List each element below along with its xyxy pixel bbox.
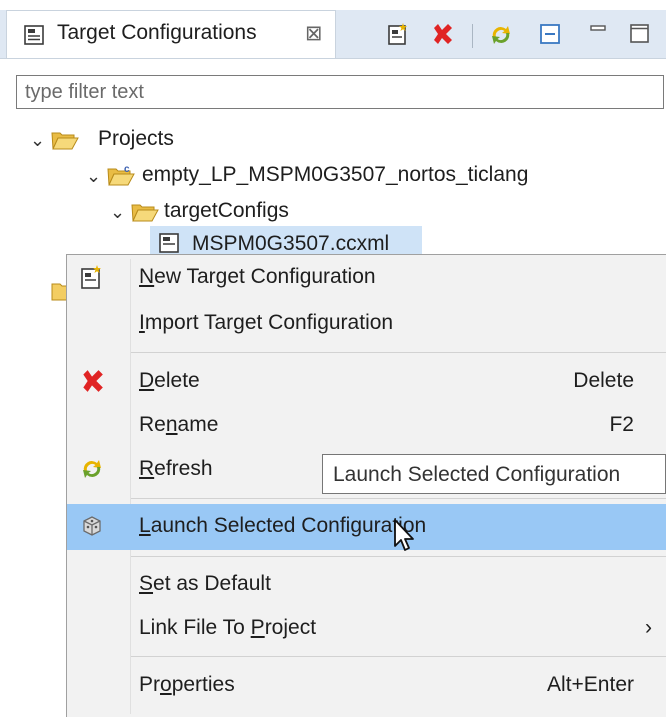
filter-input[interactable] xyxy=(17,76,663,108)
menu-item-rename[interactable]: Rename F2 xyxy=(67,403,666,449)
submenu-chevron-icon: › xyxy=(645,616,652,639)
menu-item-label: Properties xyxy=(139,673,235,696)
new-target-config-icon xyxy=(79,264,105,295)
tree-item-targetconfigs[interactable]: ⌄ targetConfigs xyxy=(110,196,510,230)
menu-item-import-target-configuration[interactable]: Import Target Configuration xyxy=(67,301,666,347)
tree-label-targetconfigs: targetConfigs xyxy=(164,199,289,222)
top-strip xyxy=(0,0,666,10)
menu-item-label: New Target Configuration xyxy=(139,265,376,288)
new-target-config-icon[interactable] xyxy=(386,22,410,51)
menu-item-label: Delete xyxy=(139,369,200,392)
menu-item-label: Refresh xyxy=(139,457,213,480)
delete-icon xyxy=(79,368,105,399)
target-config-icon xyxy=(23,24,45,51)
menu-item-label: Set as Default xyxy=(139,572,271,595)
menu-item-link-file-to-project[interactable]: Link File To Project › xyxy=(67,606,666,652)
tree-label-project: empty_LP_MSPM0G3507_nortos_ticlang xyxy=(142,163,529,186)
tab-title: Target Configurations xyxy=(57,21,257,44)
folder-icon xyxy=(50,280,66,302)
target-config-icon xyxy=(158,232,180,254)
menu-separator xyxy=(131,656,666,657)
tree-item-ccxml[interactable]: MSPM0G3507.ccxml xyxy=(150,226,422,254)
minimize-icon[interactable] xyxy=(588,22,610,49)
delete-icon[interactable] xyxy=(430,22,454,51)
menu-item-new-target-configuration[interactable]: New Target Configuration xyxy=(67,255,666,301)
menu-item-shortcut: Alt+Enter xyxy=(547,673,634,696)
filter-box xyxy=(16,75,664,109)
ccs-project-icon: c xyxy=(106,163,136,194)
menu-item-launch-selected-configuration[interactable]: Launch Selected Configuration xyxy=(67,504,666,550)
tree-label-ccxml: MSPM0G3507.ccxml xyxy=(192,232,390,254)
chevron-down-icon[interactable]: ⌄ xyxy=(110,202,125,223)
menu-separator xyxy=(131,498,666,499)
menu-item-shortcut: Delete xyxy=(573,369,634,392)
collapse-all-icon[interactable] xyxy=(538,22,562,51)
launch-icon xyxy=(79,513,105,544)
toolbar-separator xyxy=(472,24,473,48)
view-tab-bar: Target Configurations ⊠ xyxy=(0,10,666,59)
menu-item-label: Rename xyxy=(139,413,219,436)
open-folder-icon xyxy=(50,127,80,158)
tree-item-project[interactable]: ⌄ c empty_LP_MSPM0G3507_nortos_ticlang xyxy=(86,160,646,194)
refresh-icon[interactable] xyxy=(488,22,514,53)
mouse-cursor-icon xyxy=(393,518,419,559)
maximize-icon[interactable] xyxy=(628,22,652,51)
tooltip-text: Launch Selected Configuration xyxy=(333,463,621,486)
tree-item-projects[interactable]: ⌄ Projects xyxy=(30,124,630,158)
close-icon[interactable]: ⊠ xyxy=(305,21,323,46)
tooltip: Launch Selected Configuration xyxy=(322,454,666,494)
svg-text:c: c xyxy=(124,164,130,175)
menu-item-shortcut: F2 xyxy=(609,413,634,436)
chevron-down-icon[interactable]: ⌄ xyxy=(30,130,45,151)
menu-item-label: Import Target Configuration xyxy=(139,311,394,334)
menu-item-properties[interactable]: Properties Alt+Enter xyxy=(67,663,666,709)
refresh-icon xyxy=(79,456,105,487)
menu-item-label: Link File To Project xyxy=(139,616,317,639)
menu-separator xyxy=(131,352,666,353)
menu-item-set-as-default[interactable]: Set as Default xyxy=(67,562,666,608)
tab-target-configurations[interactable]: Target Configurations ⊠ xyxy=(6,10,336,58)
tree-label-projects: Projects xyxy=(98,127,174,150)
menu-item-label: Launch Selected Configuration xyxy=(139,514,427,537)
menu-item-delete[interactable]: Delete Delete xyxy=(67,359,666,405)
chevron-down-icon[interactable]: ⌄ xyxy=(86,166,101,187)
